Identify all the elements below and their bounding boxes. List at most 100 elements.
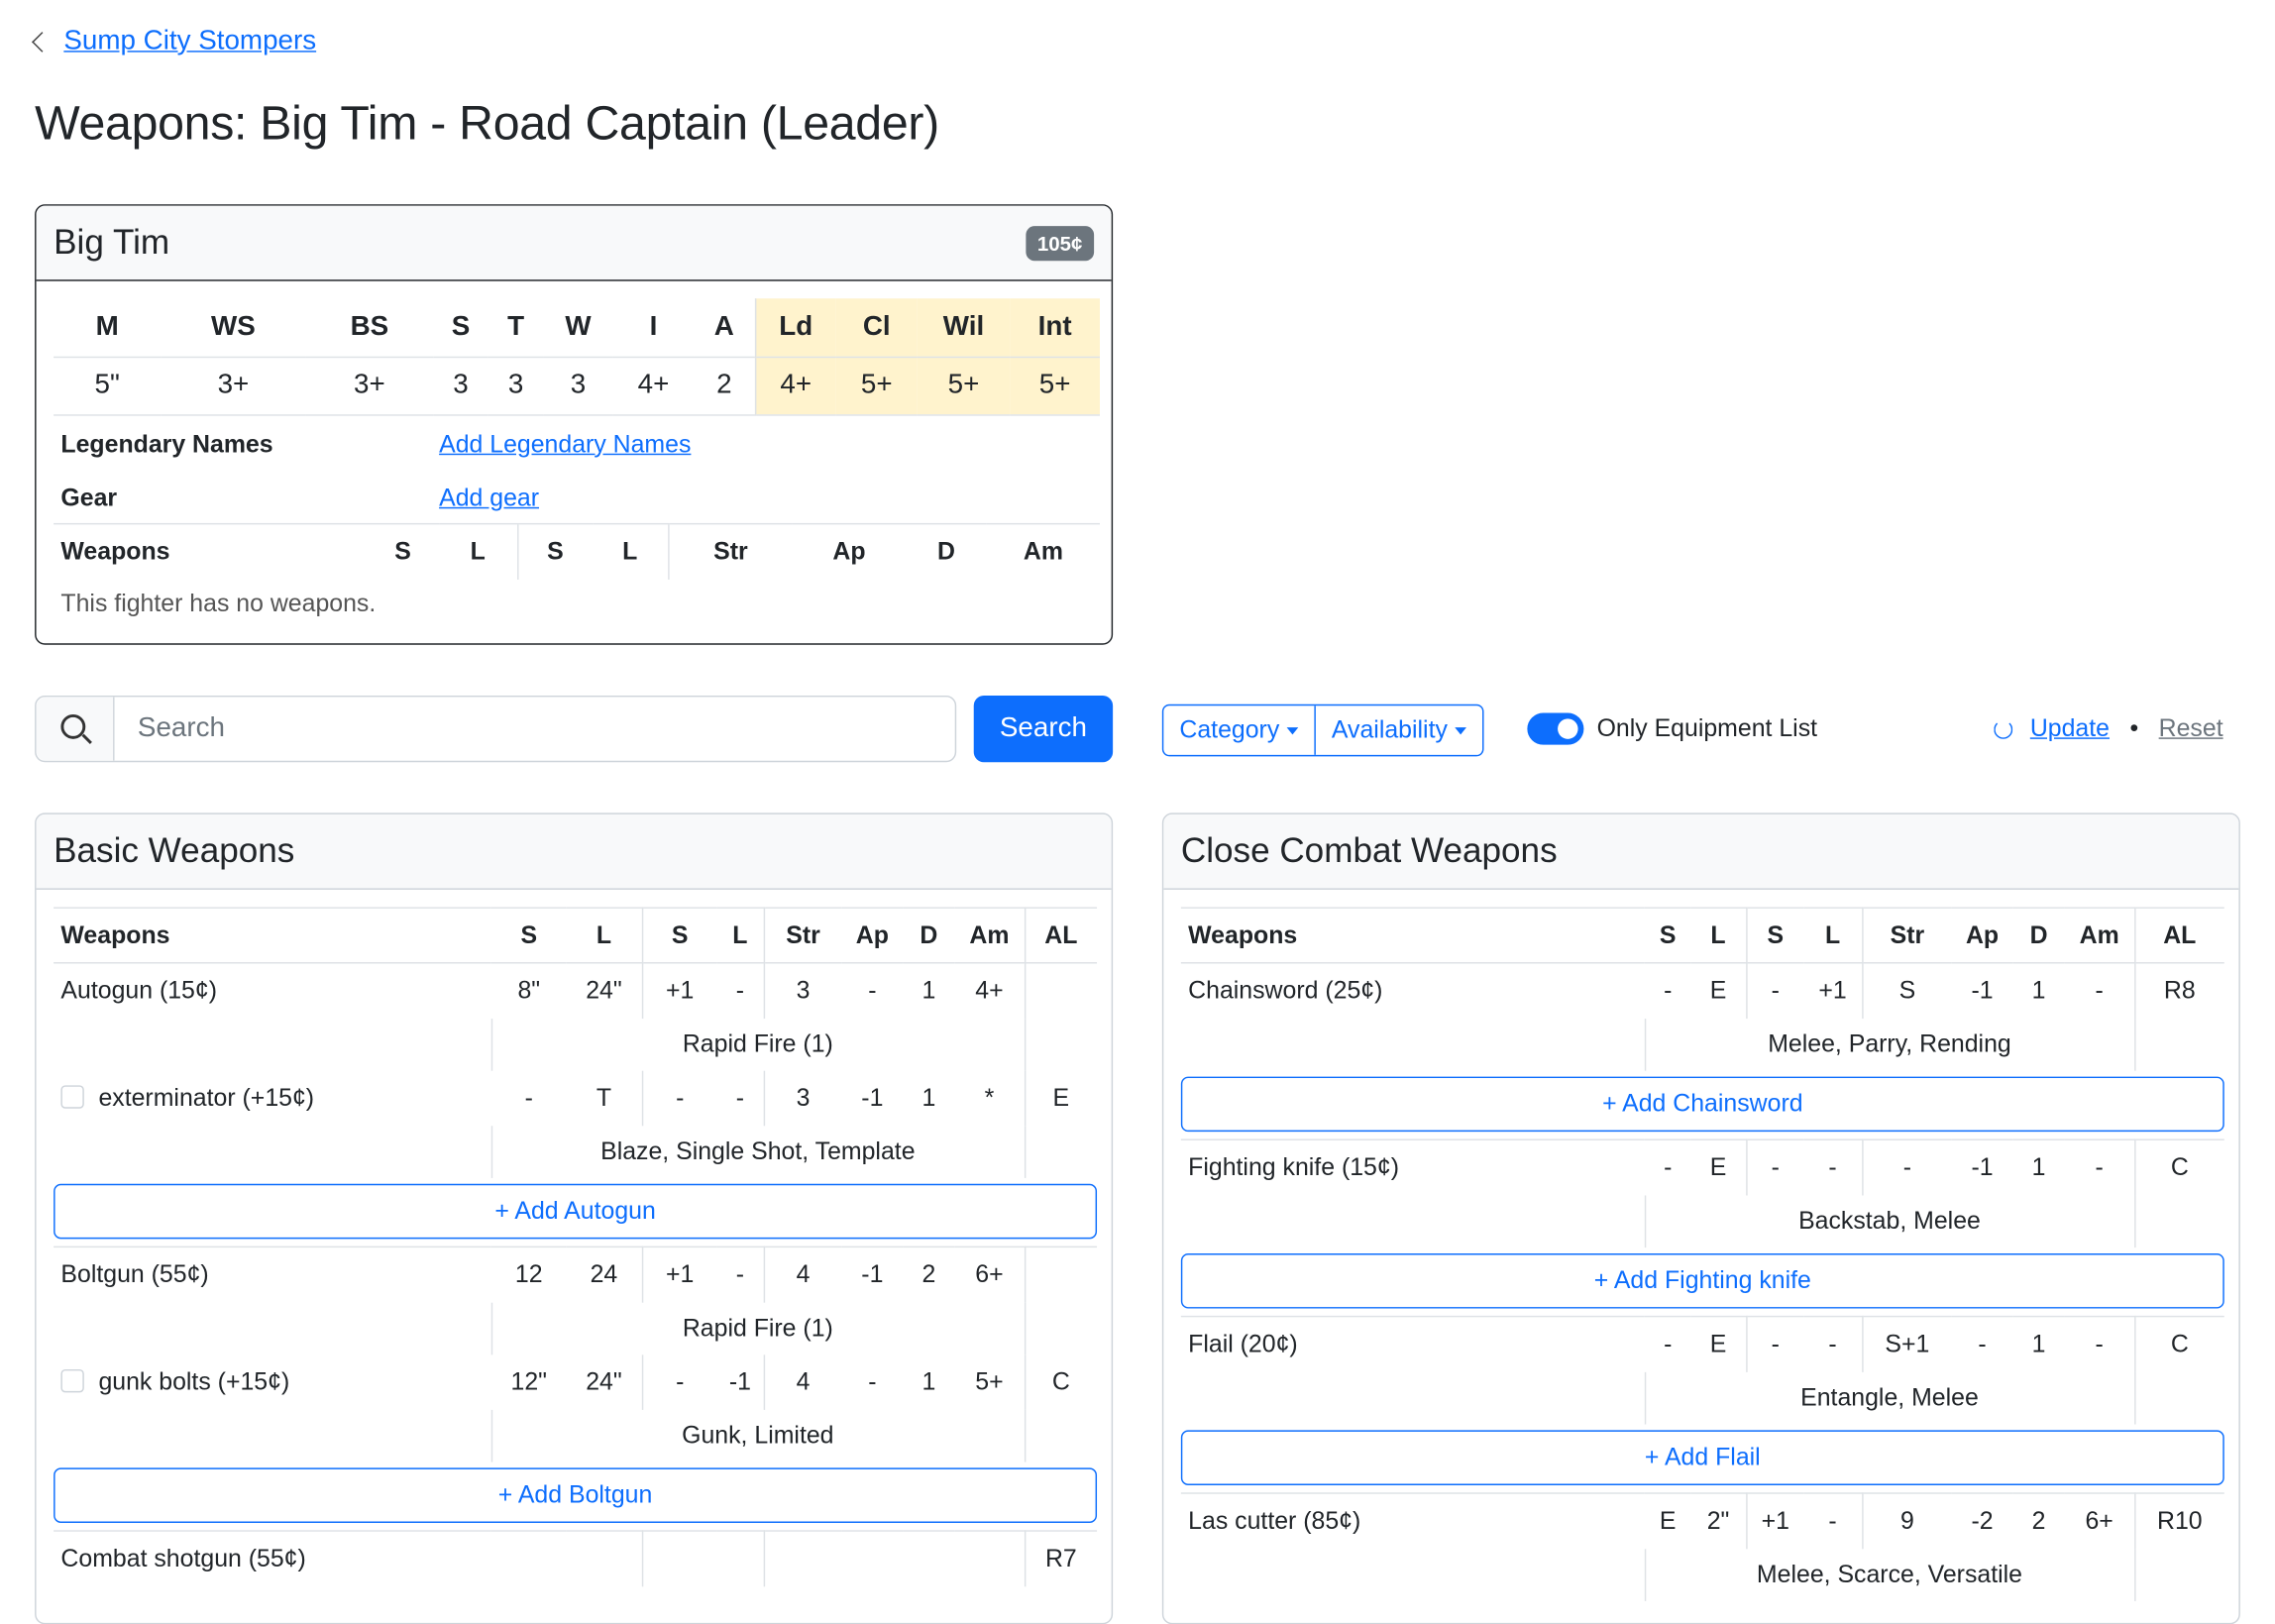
- weapon-name: Las cutter (85¢): [1180, 1492, 1645, 1549]
- weapon-stat: -1: [861, 1083, 884, 1111]
- col-header: Am: [986, 522, 1100, 580]
- stat-value: 5": [54, 356, 162, 415]
- col-header: Str: [667, 522, 793, 580]
- weapon-traits: Melee, Scarce, Versatile: [1644, 1548, 2135, 1601]
- col-header: L: [439, 522, 518, 580]
- weapon-stat: 9: [1862, 1492, 1952, 1549]
- add-label: Add Fighting knife: [1613, 1266, 1811, 1295]
- plus-icon: +: [1602, 1090, 1623, 1118]
- weapon-stat: -: [524, 1083, 533, 1111]
- fighter-meta: Legendary Names Add Legendary Names Gear…: [54, 417, 1100, 524]
- add-flail-button[interactable]: + Add Flail: [1180, 1430, 2224, 1486]
- search-input[interactable]: [114, 697, 955, 761]
- col-header: L: [1690, 907, 1747, 964]
- stat-value: 3+: [305, 356, 434, 415]
- weapon-stat: 5+: [954, 1353, 1026, 1410]
- stat-header: I: [649, 311, 658, 342]
- add-autogun-button[interactable]: + Add Autogun: [54, 1184, 1098, 1240]
- add-chainsword-button[interactable]: + Add Chainsword: [1180, 1076, 2224, 1133]
- add-fighting-knife-button[interactable]: + Add Fighting knife: [1180, 1253, 2224, 1309]
- upgrade-option[interactable]: exterminator (+15¢): [54, 1070, 491, 1126]
- stat-header: A: [713, 311, 734, 342]
- weapon-stat: -: [716, 962, 765, 1019]
- upgrade-checkbox[interactable]: [60, 1084, 84, 1109]
- search-button[interactable]: Search: [973, 695, 1114, 763]
- add-label: Add Autogun: [514, 1197, 656, 1226]
- plus-icon: +: [1644, 1443, 1665, 1471]
- caret-down-icon: [1455, 726, 1466, 734]
- add-legendary-names-link[interactable]: Add Legendary Names: [439, 430, 691, 459]
- col-header: AL: [2134, 907, 2224, 964]
- fighter-weapons-header: Weapons S L S L Str Ap D Am: [54, 522, 1100, 580]
- weapon-stat: R7: [1024, 1530, 1098, 1586]
- stat-header: W: [565, 311, 592, 342]
- plus-icon: +: [1593, 1266, 1614, 1295]
- col-header: Str: [1862, 907, 1952, 964]
- weapon-stat: 1: [2012, 1315, 2065, 1372]
- col-header: AL: [1024, 907, 1098, 964]
- weapon-traits: Melee, Parry, Rending: [1644, 1018, 2135, 1070]
- weapon-stat: E: [1052, 1083, 1070, 1111]
- table-row: Las cutter (85¢) E 2" +1 - 9 -2 2 6+ R10: [1180, 1492, 2224, 1549]
- weapon-traits-row: Melee, Scarce, Versatile: [1180, 1548, 2224, 1601]
- add-row: + Add Chainsword: [1180, 1070, 2224, 1139]
- weapon-stat: 1: [921, 1083, 936, 1111]
- weapon-traits: Gunk, Limited: [490, 1409, 1026, 1462]
- weapon-stat: +1: [641, 1245, 717, 1302]
- weapon-stat: -1: [716, 1353, 765, 1410]
- category-label: Category: [1179, 715, 1280, 744]
- only-equipment-toggle[interactable]: [1527, 712, 1584, 745]
- col-header: Str: [763, 907, 842, 964]
- filter-actions: Update • Reset: [1994, 714, 2223, 743]
- weapon-traits: Blaze, Single Shot, Template: [490, 1125, 1026, 1178]
- weapon-stat: -: [716, 1245, 765, 1302]
- weapon-stat: -: [868, 1366, 877, 1395]
- weapon-stat: -: [1951, 1315, 2013, 1372]
- add-boltgun-button[interactable]: + Add Boltgun: [54, 1467, 1098, 1524]
- col-header: S: [1644, 907, 1691, 964]
- fighter-weapons-table: Weapons S L S L Str Ap D Am: [54, 522, 1100, 580]
- weapon-stat: 1: [903, 962, 955, 1019]
- weapon-stat: 2: [2012, 1492, 2065, 1549]
- upgrade-option[interactable]: gunk bolts (+15¢): [54, 1354, 491, 1410]
- add-gear-link[interactable]: Add gear: [439, 484, 539, 512]
- back-link[interactable]: Sump City Stompers: [63, 26, 316, 57]
- stat-value: 5+: [835, 356, 918, 415]
- availability-label: Availability: [1331, 715, 1448, 744]
- weapon-stat: -: [1746, 1138, 1804, 1195]
- stat-header-row: M WS BS S T W I A Ld Cl Wil Int: [54, 298, 1100, 357]
- search-icon-box: [36, 697, 115, 761]
- close-combat-header: Close Combat Weapons: [1163, 813, 2239, 890]
- weapon-stat: +1: [1746, 1492, 1804, 1549]
- only-equipment-label: Only Equipment List: [1596, 713, 1818, 742]
- stat-value: 4+: [612, 356, 695, 415]
- upgrade-checkbox[interactable]: [60, 1368, 84, 1392]
- gear-label: Gear: [60, 483, 118, 511]
- update-link[interactable]: Update: [2030, 714, 2110, 743]
- weapon-stat: -: [1803, 1315, 1863, 1372]
- weapon-stat: -: [1644, 962, 1691, 1019]
- col-header: S: [1746, 907, 1804, 964]
- weapon-stat: 1: [921, 1366, 936, 1395]
- weapon-stat: 2": [1690, 1492, 1747, 1549]
- table-row: Boltgun (55¢) 12 24 +1 - 4 -1 2 6+: [54, 1245, 1098, 1302]
- weapon-name: Chainsword (25¢): [1180, 962, 1645, 1019]
- weapon-stat: -: [676, 1366, 685, 1395]
- weapon-stat: 24": [566, 1353, 643, 1410]
- weapon-stat: -: [676, 1083, 685, 1111]
- stat-header: WS: [211, 311, 256, 342]
- weapon-traits-row: Rapid Fire (1): [54, 1018, 1097, 1070]
- weapon-stat: 4: [796, 1366, 811, 1395]
- col-header: S: [490, 907, 567, 964]
- weapon-stat: -2: [1951, 1492, 2013, 1549]
- col-header: S: [366, 522, 440, 580]
- weapon-stat: -: [1644, 1315, 1691, 1372]
- category-dropdown[interactable]: Category: [1163, 705, 1314, 755]
- stat-value: 3: [543, 356, 613, 415]
- toggle-knob: [1558, 718, 1578, 739]
- weapon-stat: 24: [566, 1245, 643, 1302]
- reset-link[interactable]: Reset: [2159, 714, 2223, 743]
- stat-value-row: 5" 3+ 3+ 3 3 3 4+ 2 4+ 5+ 5+ 5+: [54, 356, 1100, 415]
- availability-dropdown[interactable]: Availability: [1314, 705, 1482, 755]
- weapon-stat: -: [716, 1069, 765, 1126]
